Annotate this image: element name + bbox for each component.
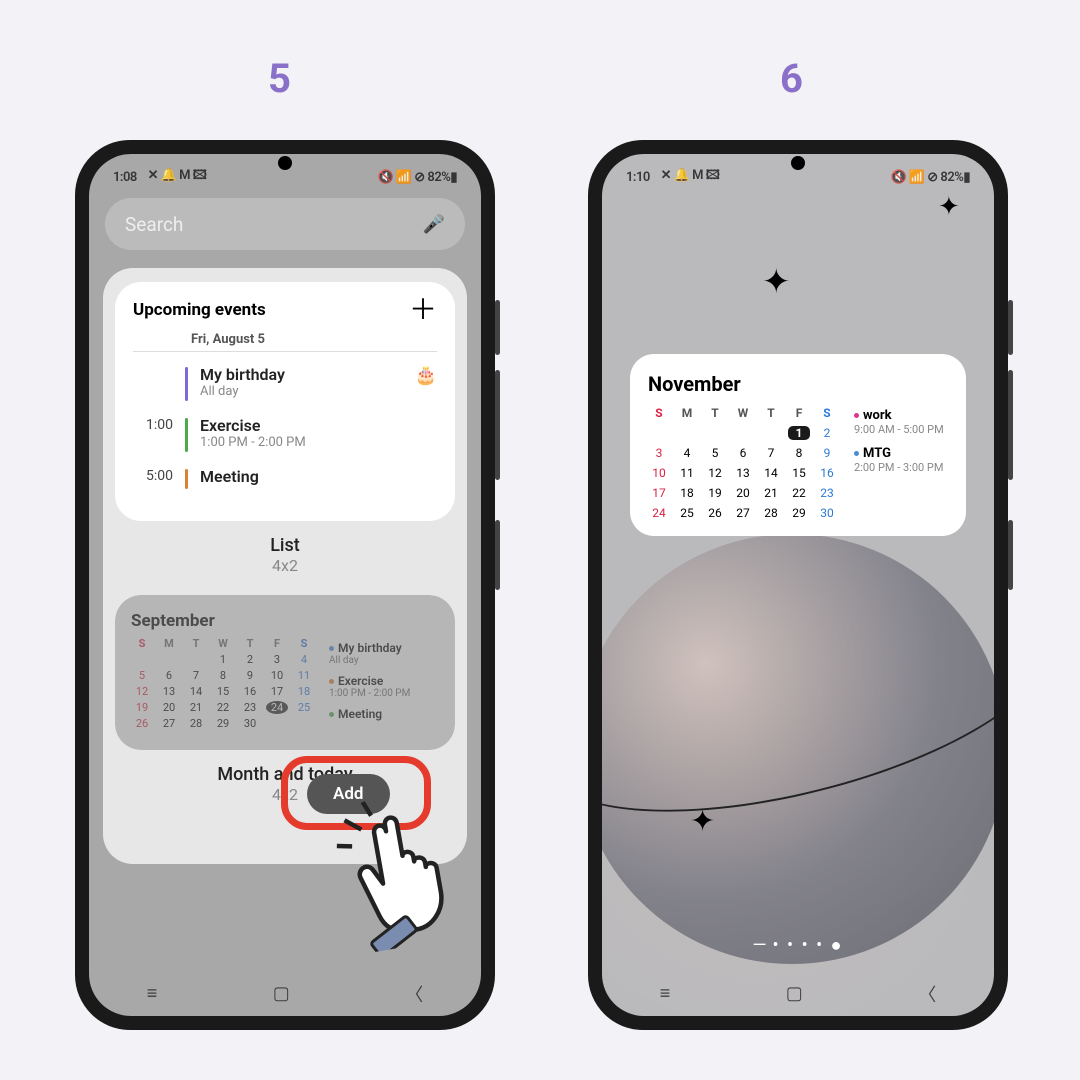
camera-hole — [278, 156, 292, 170]
upcoming-title: Upcoming events — [133, 300, 266, 320]
sparkle-icon: ✦ — [762, 262, 791, 302]
recents-button[interactable]: ≡ — [660, 983, 671, 1004]
search-input[interactable]: Search 🎤 — [105, 198, 465, 250]
home-button[interactable]: ▢ — [273, 983, 290, 1004]
screen-widget-picker: 1:08 ✕ 🔔 M 🖾 🔇 📶 ⊘ 82%▮ Search 🎤 Upcomin… — [89, 154, 481, 1016]
widget-month-today-preview[interactable]: September SMTWTFS12345678910111213141516… — [115, 595, 455, 750]
clock: 1:08 — [113, 170, 137, 185]
calendar-grid[interactable]: SMTWTFS123456789101112131415161718192021… — [648, 406, 838, 520]
page-indicator[interactable]: —• • • • ● — [602, 935, 994, 956]
phone-frame-left: 1:08 ✕ 🔔 M 🖾 🔇 📶 ⊘ 82%▮ Search 🎤 Upcomin… — [75, 140, 495, 1030]
event-row[interactable]: 5:00 Meeting — [133, 462, 437, 499]
calendar-widget[interactable]: November SMTWTFS123456789101112131415161… — [630, 354, 966, 536]
clock: 1:10 — [626, 170, 650, 185]
nav-bar: ≡ ▢ 〈 — [602, 971, 994, 1016]
phone-frame-right: 1:10 ✕ 🔔 M 🖾 🔇 📶 ⊘ 82%▮ ✦ ✦ ✦ November S… — [588, 140, 1008, 1030]
status-icons-right: 🔇 📶 ⊘ 82%▮ — [890, 170, 970, 185]
step-number-6: 6 — [780, 55, 803, 102]
agenda-item[interactable]: work9:00 AM - 5:00 PM — [854, 408, 944, 436]
home-button[interactable]: ▢ — [786, 983, 803, 1004]
status-icons-right: 🔇 📶 ⊘ 82%▮ — [377, 170, 457, 185]
nav-bar: ≡ ▢ 〈 — [89, 971, 481, 1016]
widget-upcoming-events[interactable]: Upcoming events ＋ Fri, August 5 My birth… — [115, 282, 455, 521]
home-screen[interactable]: 1:10 ✕ 🔔 M 🖾 🔇 📶 ⊘ 82%▮ ✦ ✦ ✦ November S… — [602, 154, 994, 1016]
search-placeholder: Search — [125, 213, 183, 236]
event-row[interactable]: 1:00 Exercise 1:00 PM - 2:00 PM — [133, 411, 437, 462]
side-button — [1008, 520, 1013, 590]
widget-name: List — [115, 535, 455, 556]
upcoming-date: Fri, August 5 — [191, 332, 265, 347]
sparkle-icon: ✦ — [690, 804, 715, 839]
selection-dim — [115, 595, 455, 750]
pointing-hand-icon — [327, 782, 481, 956]
side-button — [495, 520, 500, 590]
widget-size: 4x2 — [115, 556, 455, 575]
mic-icon[interactable]: 🎤 — [423, 214, 445, 235]
status-icons-left: ✕ 🔔 M 🖾 — [661, 166, 720, 188]
agenda-item[interactable]: MTG2:00 PM - 3:00 PM — [854, 446, 944, 474]
back-button[interactable]: 〈 — [918, 981, 936, 1007]
back-button[interactable]: 〈 — [405, 981, 423, 1007]
sparkle-icon: ✦ — [938, 192, 960, 222]
widget-label-list: List 4x2 — [115, 535, 455, 575]
add-event-button[interactable]: ＋ — [409, 300, 437, 320]
month-label: November — [648, 372, 838, 396]
recents-button[interactable]: ≡ — [147, 983, 158, 1004]
step-number-5: 5 — [268, 55, 291, 102]
side-button — [1008, 370, 1013, 480]
side-button — [495, 370, 500, 480]
camera-hole — [791, 156, 805, 170]
side-button — [495, 300, 500, 355]
today-events: work9:00 AM - 5:00 PM MTG2:00 PM - 3:00 P… — [854, 372, 944, 520]
event-list: My birthday🎂 All day1:00 Exercise 1:00 P… — [133, 360, 437, 499]
side-button — [1008, 300, 1013, 355]
event-row[interactable]: My birthday🎂 All day — [133, 360, 437, 411]
status-icons-left: ✕ 🔔 M 🖾 — [148, 166, 207, 188]
